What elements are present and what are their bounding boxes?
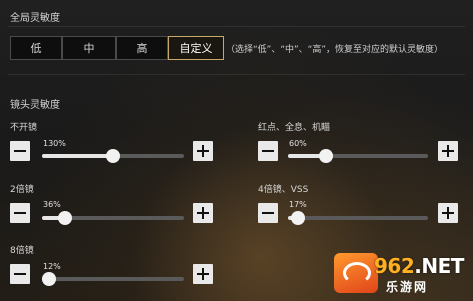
scope-sensitivity-title: 镜头灵敏度: [10, 100, 60, 111]
preset-label: 低: [30, 42, 42, 55]
slider-thumb[interactable]: [106, 149, 120, 163]
slider-4x-vss[interactable]: [288, 211, 428, 225]
increase-4x-vss-button[interactable]: [438, 203, 458, 223]
slider-thumb[interactable]: [290, 211, 305, 225]
slider-no-scope[interactable]: [42, 149, 184, 163]
slider-thumb[interactable]: [42, 272, 57, 286]
slider-label-no-scope: 不开镜: [10, 123, 38, 133]
preset-hint-text: （选择“低”、“中”、“高”，恢复至对应的默认灵敏度）: [226, 45, 443, 55]
increase-no-scope-button[interactable]: [193, 141, 213, 161]
slider-red-dot[interactable]: [288, 149, 428, 163]
site-watermark-logo: 962.NET 乐游网: [334, 251, 466, 297]
decrease-2x-button[interactable]: [10, 203, 30, 223]
slider-value-4x-vss: 17%: [289, 200, 307, 209]
slider-label-2x: 2倍镜: [10, 185, 34, 195]
divider: [8, 26, 465, 27]
preset-high-button[interactable]: 高: [116, 36, 168, 60]
slider-label-8x: 8倍镜: [10, 246, 34, 256]
preset-medium-button[interactable]: 中: [62, 36, 116, 60]
slider-2x[interactable]: [42, 211, 184, 225]
slider-value-8x: 12%: [43, 262, 61, 271]
logo-badge-icon: [334, 253, 378, 293]
slider-thumb[interactable]: [318, 149, 333, 163]
slider-thumb[interactable]: [57, 211, 72, 225]
slider-value-2x: 36%: [43, 200, 61, 209]
slider-8x[interactable]: [42, 272, 184, 286]
increase-2x-button[interactable]: [193, 203, 213, 223]
decrease-no-scope-button[interactable]: [10, 141, 30, 161]
increase-red-dot-button[interactable]: [438, 141, 458, 161]
preset-label: 高: [136, 42, 148, 55]
decrease-red-dot-button[interactable]: [258, 141, 278, 161]
increase-8x-button[interactable]: [193, 264, 213, 284]
slider-value-red-dot: 60%: [289, 139, 307, 148]
preset-label: 中: [83, 42, 95, 55]
preset-custom-button[interactable]: 自定义: [168, 36, 224, 60]
watermark-site-name: 乐游网: [386, 280, 429, 294]
slider-fill: [42, 154, 113, 158]
decrease-8x-button[interactable]: [10, 264, 30, 284]
watermark-brand: 962.NET: [374, 254, 464, 278]
preset-label: 自定义: [179, 42, 213, 55]
slider-label-4x-vss: 4倍镜、VSS: [258, 185, 309, 195]
global-sensitivity-title: 全局灵敏度: [10, 13, 60, 24]
slider-value-no-scope: 130%: [43, 139, 66, 148]
divider: [8, 74, 465, 75]
decrease-4x-vss-button[interactable]: [258, 203, 278, 223]
slider-label-red-dot: 红点、全息、机瞄: [258, 123, 331, 133]
preset-low-button[interactable]: 低: [10, 36, 62, 60]
